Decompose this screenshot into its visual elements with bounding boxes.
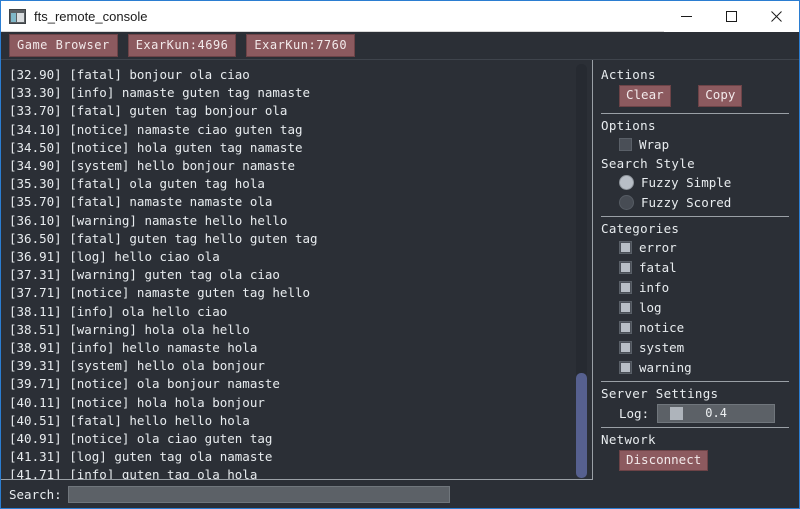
log-line: [36.91] [log] hello ciao ola (9, 249, 220, 265)
category-label-warning: warning (639, 359, 692, 375)
category-row-log[interactable]: log (619, 298, 789, 317)
tab-bar: Game Browser ExarKun:4696 ExarKun:7760 (1, 32, 799, 60)
log-line: [37.31] [warning] guten tag ola ciao (9, 267, 280, 283)
log-line: [32.90] [fatal] bonjour ola ciao (9, 67, 250, 82)
tab-exarkun-4696[interactable]: ExarKun:4696 (127, 34, 237, 57)
log-level-label: Log: (619, 405, 650, 421)
wrap-checkbox-row[interactable]: Wrap (619, 135, 789, 154)
divider-options (601, 112, 789, 114)
log-line: [34.50] [notice] hola guten tag namaste (9, 139, 303, 155)
category-checkbox-log[interactable] (619, 300, 632, 314)
category-checkbox-error[interactable] (619, 240, 632, 254)
fuzzy-simple-label: Fuzzy Simple (641, 174, 732, 190)
category-label-notice: notice (639, 319, 685, 335)
tab-game-browser[interactable]: Game Browser (9, 34, 118, 57)
category-checkbox-info[interactable] (619, 280, 632, 294)
log-scrollbar[interactable] (570, 60, 593, 479)
log-list[interactable]: [32.90] [fatal] bonjour ola ciao [33.30] … (1, 60, 570, 479)
divider-categories (601, 215, 789, 217)
log-line: [40.11] [notice] hola hola bonjour (9, 394, 265, 410)
log-level-slider-handle[interactable] (670, 406, 684, 420)
wrap-label: Wrap (639, 136, 670, 152)
pane-divider (592, 60, 593, 479)
server-settings-section-title: Server Settings (601, 385, 719, 401)
search-label: Search: (9, 486, 62, 502)
category-row-info[interactable]: info (619, 278, 789, 297)
tab-exarkun-7760[interactable]: ExarKun:7760 (246, 34, 356, 57)
log-line: [35.30] [fatal] ola guten tag hola (9, 176, 265, 192)
log-line: [40.51] [fatal] hello hello hola (9, 412, 250, 428)
log-line: [33.30] [info] namaste guten tag namaste (9, 85, 311, 101)
category-checkbox-warning[interactable] (619, 360, 632, 374)
category-checkbox-notice[interactable] (619, 320, 632, 334)
close-button[interactable] (754, 0, 799, 32)
application-icon (9, 8, 26, 24)
window-controls (664, 0, 799, 32)
category-label-info: info (639, 279, 670, 295)
log-line: [37.71] [notice] namaste guten tag hello (9, 285, 311, 301)
sidebar: Actions Clear Copy Options Wrap Search S… (593, 60, 799, 508)
category-row-fatal[interactable]: fatal (619, 258, 789, 277)
log-line: [36.10] [warning] namaste hello hello (9, 212, 288, 228)
log-line: [35.70] [fatal] namaste namaste ola (9, 194, 273, 210)
radio-row-fuzzy-simple[interactable]: Fuzzy Simple (619, 173, 789, 192)
log-line: [41.31] [log] guten tag ola namaste (9, 449, 273, 465)
log-pane: [32.90] [fatal] bonjour ola ciao [33.30] … (1, 60, 593, 508)
category-label-system: system (639, 339, 685, 355)
copy-button[interactable]: Copy (698, 85, 743, 107)
options-section-title: Options (601, 117, 656, 133)
clear-button[interactable]: Clear (619, 85, 671, 107)
category-row-warning[interactable]: warning (619, 358, 789, 377)
divider-network (601, 426, 789, 428)
search-input[interactable] (67, 485, 450, 503)
log-line: [39.71] [notice] ola bonjour namaste (9, 376, 280, 392)
network-section-title: Network (601, 431, 656, 447)
log-line: [38.91] [info] hello namaste hola (9, 340, 258, 356)
log-line: [34.10] [notice] namaste ciao guten tag (9, 121, 303, 137)
title-bar: fts_remote_console (1, 0, 799, 32)
log-line: [40.91] [notice] ola ciao guten tag (9, 431, 273, 447)
categories-list: error fatal info log notice system warning (601, 238, 789, 377)
log-line: [39.31] [system] hello ola bonjour (9, 358, 265, 374)
log-scrollbar-thumb[interactable] (576, 373, 587, 478)
log-line: [33.70] [fatal] guten tag bonjour ola (9, 103, 288, 119)
log-line: [41.71] [info] guten tag ola hola (9, 467, 258, 479)
category-checkbox-system[interactable] (619, 340, 632, 354)
search-row: Search: (1, 479, 593, 508)
search-style-section-title: Search Style (601, 155, 695, 171)
categories-section-title: Categories (601, 220, 680, 236)
category-row-notice[interactable]: notice (619, 318, 789, 337)
category-row-system[interactable]: system (619, 338, 789, 357)
maximize-button[interactable] (709, 0, 754, 32)
divider-server-settings (601, 380, 789, 382)
fuzzy-scored-radio[interactable] (619, 194, 634, 210)
category-checkbox-fatal[interactable] (619, 260, 632, 274)
disconnect-button[interactable]: Disconnect (619, 449, 709, 471)
log-level-row: Log: 0.4 (619, 403, 789, 423)
minimize-button[interactable] (664, 0, 709, 32)
category-row-error[interactable]: error (619, 238, 789, 257)
body-split: [32.90] [fatal] bonjour ola ciao [33.30] … (1, 60, 799, 508)
log-area: [32.90] [fatal] bonjour ola ciao [33.30] … (1, 60, 593, 479)
log-line: [38.11] [info] ola hello ciao (9, 303, 228, 319)
window-title: fts_remote_console (34, 8, 148, 24)
log-level-value: 0.4 (705, 406, 727, 420)
application-window: fts_remote_console Game Browser ExarKun:… (0, 0, 800, 509)
actions-section-title: Actions (601, 67, 656, 82)
log-level-slider[interactable]: 0.4 (657, 403, 776, 423)
fuzzy-simple-radio[interactable] (619, 174, 634, 190)
category-label-error: error (639, 239, 677, 255)
log-line: [34.90] [system] hello bonjour namaste (9, 158, 295, 174)
title-bar-left: fts_remote_console (1, 8, 664, 24)
fuzzy-scored-label: Fuzzy Scored (641, 194, 732, 210)
log-line: [36.50] [fatal] guten tag hello guten ta… (9, 230, 318, 246)
radio-row-fuzzy-scored[interactable]: Fuzzy Scored (619, 193, 789, 212)
category-label-log: log (639, 299, 662, 315)
category-label-fatal: fatal (639, 259, 677, 275)
wrap-checkbox[interactable] (619, 137, 632, 151)
log-line: [38.51] [warning] hola ola hello (9, 321, 250, 337)
